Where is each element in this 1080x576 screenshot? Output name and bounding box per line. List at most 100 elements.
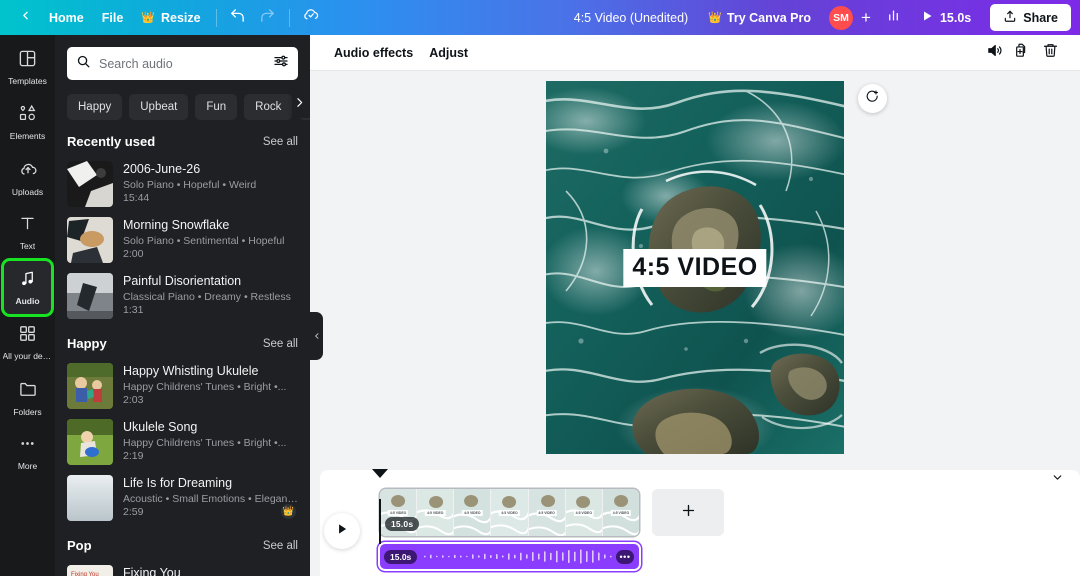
add-page-button[interactable] [652, 489, 724, 536]
music-note-icon [18, 269, 37, 293]
timeline-audio-clip[interactable]: 15.0s ••• [380, 544, 639, 569]
track-name: Happy Whistling Ukulele [123, 364, 259, 378]
timeline-scene-clip[interactable]: 4:5 VIDEO 4:5 VIDEO 4:5 VIDEO 4:5 VIDEO … [380, 489, 639, 536]
analytics-button[interactable] [879, 5, 909, 31]
list-item[interactable]: Life Is for Dreaming Acoustic • Small Em… [55, 470, 310, 526]
section-header-happy: Happy See all [55, 324, 310, 358]
back-button[interactable] [10, 5, 40, 31]
sidebar-item-elements[interactable]: Elements [4, 96, 51, 149]
list-item[interactable]: Ukulele Song Happy Childrens' Tunes • Br… [55, 414, 310, 470]
track-info: Fixing You Pop Rock • Hopeful • Floati..… [123, 565, 298, 576]
timeline-play-button[interactable] [324, 513, 360, 549]
sidebar-item-label: All your desi... [2, 352, 53, 361]
panel-collapse-handle[interactable] [310, 312, 323, 360]
search-icon [76, 54, 91, 74]
scene-frame: 4:5 VIDEO [565, 489, 603, 536]
cloud-save-status[interactable] [296, 5, 326, 31]
track-duration: 2:19 [123, 450, 144, 462]
section-title: Happy [67, 336, 107, 351]
try-canva-pro-button[interactable]: 👑 Try Canva Pro [698, 5, 821, 31]
scene-frame: 4:5 VIDEO [417, 489, 455, 536]
volume-button[interactable] [980, 40, 1008, 66]
track-info: Ukulele Song Happy Childrens' Tunes • Br… [123, 419, 298, 463]
chip-upbeat[interactable]: Upbeat [129, 94, 189, 120]
search-container [55, 35, 310, 80]
track-thumbnail [67, 475, 113, 521]
sidebar-item-label: Text [19, 242, 36, 251]
chip-rock[interactable]: Rock [244, 94, 293, 120]
track-meta: Happy Childrens' Tunes • Bright •... [123, 437, 287, 449]
canva-editor-window: Home File 👑 Resize 4:5 Video (Unedited) … [0, 0, 1080, 576]
track-info: Painful Disorientation Classical Piano •… [123, 273, 298, 317]
track-duration: 15:44 [123, 192, 150, 204]
home-button[interactable]: Home [40, 5, 93, 31]
pro-crown-icon: 👑 [281, 504, 296, 519]
duplicate-button[interactable] [1008, 40, 1036, 66]
sidebar-item-more[interactable]: More [4, 426, 51, 479]
search-box[interactable] [67, 47, 298, 80]
list-item[interactable]: Painful Disorientation Classical Piano •… [55, 268, 310, 324]
trash-icon [1042, 42, 1059, 64]
scene-duration-badge: 15.0s [385, 517, 420, 531]
search-input[interactable] [99, 56, 265, 71]
sidebar-item-text[interactable]: Text [4, 206, 51, 259]
chip-fun[interactable]: Fun [195, 94, 238, 120]
list-item[interactable]: Fixing You Fixing You Pop Rock • Hopeful… [55, 560, 310, 576]
list-item[interactable]: 2006-June-26 Solo Piano • Hopeful • Weir… [55, 156, 310, 212]
chip-label: Fun [206, 101, 227, 113]
scene-frames: 4:5 VIDEO 4:5 VIDEO 4:5 VIDEO 4:5 VIDEO … [380, 489, 639, 536]
refresh-page-button[interactable] [858, 84, 887, 113]
timeline-collapse-button[interactable] [1046, 471, 1068, 489]
share-button[interactable]: Share [990, 4, 1071, 31]
resize-button[interactable]: 👑 Resize [132, 5, 209, 31]
sidebar-item-audio[interactable]: Audio [4, 261, 51, 314]
volume-icon [986, 42, 1003, 64]
sidebar-item-templates[interactable]: Templates [4, 41, 51, 94]
add-collaborator-button[interactable]: + [855, 6, 877, 30]
canvas-video-text[interactable]: 4:5 VIDEO [623, 248, 767, 287]
frame-label: 4:5 VIDEO [462, 510, 483, 517]
home-label: Home [49, 10, 84, 25]
track-info: 2006-June-26 Solo Piano • Hopeful • Weir… [123, 161, 298, 205]
avatar[interactable]: SM [828, 5, 853, 30]
chip-label: Upbeat [140, 101, 178, 113]
play-icon [921, 10, 933, 25]
filter-sliders-icon[interactable] [273, 53, 289, 74]
undo-button[interactable] [223, 5, 253, 31]
ellipsis-icon: ••• [619, 551, 631, 562]
list-item[interactable]: Happy Whistling Ukulele Happy Childrens'… [55, 358, 310, 414]
sidebar-item-all-your-designs[interactable]: All your desi... [2, 316, 53, 369]
file-menu-button[interactable]: File [93, 5, 133, 31]
chips-scroll-right-button[interactable] [288, 92, 310, 118]
chip-happy[interactable]: Happy [67, 94, 123, 120]
track-info: Morning Snowflake Solo Piano • Sentiment… [123, 217, 298, 261]
track-thumbnail [67, 363, 113, 409]
delete-button[interactable] [1036, 40, 1064, 66]
document-title[interactable]: 4:5 Video (Unedited) [564, 11, 698, 25]
audio-clip-more-button[interactable]: ••• [616, 549, 634, 564]
tab-adjust[interactable]: Adjust [421, 40, 476, 66]
track-thumbnail [67, 273, 113, 319]
sidebar-item-label: Audio [15, 297, 40, 306]
playhead-marker-icon[interactable] [372, 469, 388, 478]
section-header-recently-used: Recently used See all [55, 122, 310, 156]
sidebar-item-label: Uploads [11, 187, 44, 197]
cloud-saved-icon [302, 6, 320, 29]
track-meta: Classical Piano • Dreamy • Restless [123, 291, 291, 303]
sidebar-item-folders[interactable]: Folders [4, 371, 51, 424]
avatar-initials: SM [833, 11, 849, 24]
see-all-pop[interactable]: See all [263, 540, 298, 552]
preview-duration-button[interactable]: 15.0s [911, 5, 981, 31]
playhead-line [379, 499, 381, 544]
list-item[interactable]: Morning Snowflake Solo Piano • Sentiment… [55, 212, 310, 268]
see-all-happy[interactable]: See all [263, 338, 298, 350]
sidebar-item-uploads[interactable]: Uploads [4, 151, 51, 204]
track-meta: Happy Childrens' Tunes • Bright •... [123, 381, 287, 393]
design-canvas[interactable]: 4:5 VIDEO [546, 81, 844, 454]
resize-label: Resize [160, 10, 201, 25]
see-all-recently-used[interactable]: See all [263, 136, 298, 148]
tab-audio-effects[interactable]: Audio effects [326, 40, 421, 66]
filter-chips: Happy Upbeat Fun Rock Birthday [55, 80, 310, 122]
redo-button[interactable] [253, 5, 283, 31]
track-name: Fixing You [123, 566, 181, 576]
